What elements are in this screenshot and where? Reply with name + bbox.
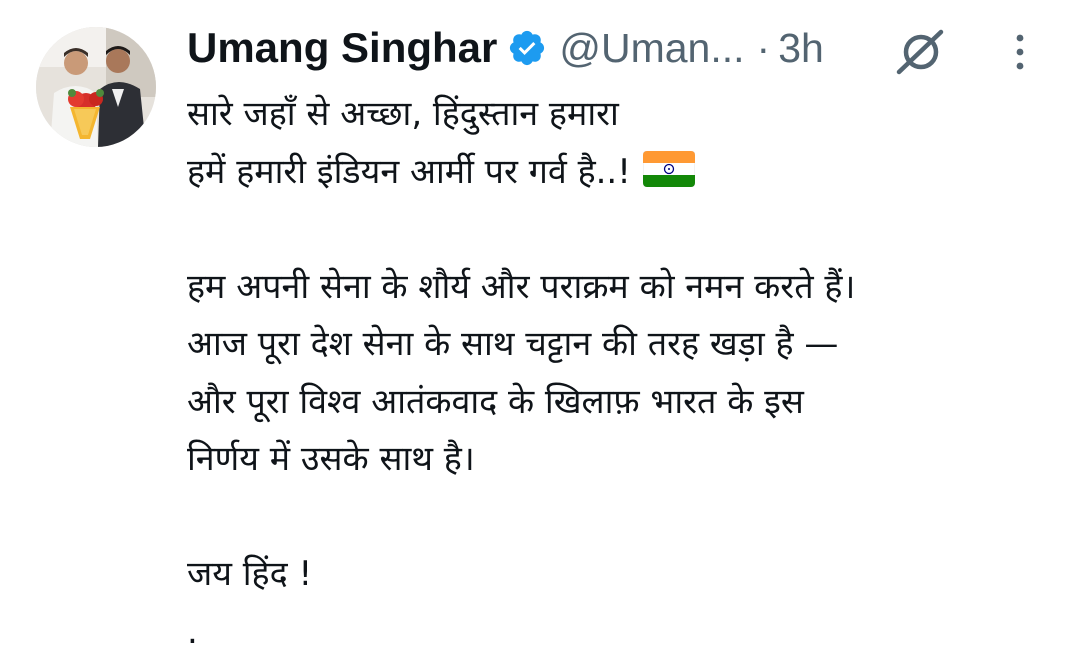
tweet-line-6: और पूरा विश्व आतंकवाद के खिलाफ़ भारत के … [187,381,804,422]
avatar[interactable] [36,27,156,147]
grok-icon[interactable] [893,28,947,76]
tweet-header: Umang Singhar @Uman... · 3h [187,18,824,78]
separator-dot: · [756,24,771,71]
tweet-line-1: सारे जहाँ से अच्छा, हिंदुस्तान हमारा [187,94,619,134]
tweet-line-4: हम अपनी सेना के शौर्य और पराक्रम को नमन … [187,266,856,307]
more-vertical-icon[interactable] [1004,30,1036,74]
tweet-text: सारे जहाँ से अच्छा, हिंदुस्तान हमारा हमे… [187,86,1067,661]
tweet-line-7: निर्णय में उसके साथ है। [187,439,475,479]
tweet-line-5: आज पूरा देश सेना के साथ चट्टान की तरह खड… [187,324,839,364]
tweet[interactable]: Umang Singhar @Uman... · 3h सारे जहाँ से… [0,0,1080,664]
tweet-line-10: . [187,611,198,652]
timestamp[interactable]: 3h [778,25,824,72]
tweet-line-9: जय हिंद ! [187,554,313,594]
display-name[interactable]: Umang Singhar [187,24,497,72]
india-flag-icon [642,151,695,187]
tweet-line-2: हमें हमारी इंडियन आर्मी पर गर्व है..! [187,144,1067,202]
verified-badge-icon[interactable] [507,28,547,68]
user-handle[interactable]: @Uman... [559,25,744,72]
